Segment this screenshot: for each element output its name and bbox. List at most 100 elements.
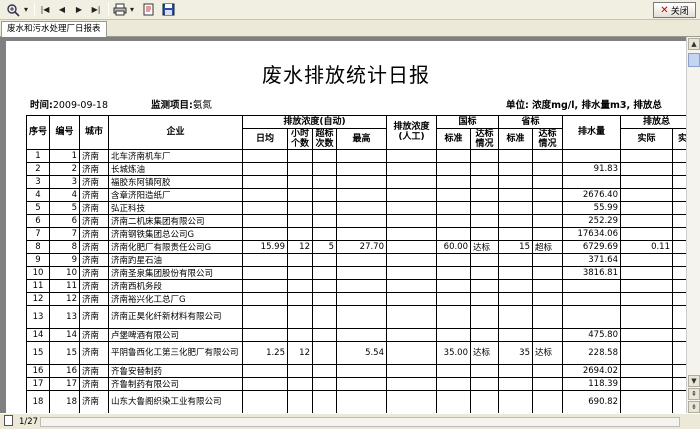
scroll-up-icon[interactable]: ▲ — [688, 38, 700, 50]
cell-code: 15 — [49, 340, 80, 365]
cell-code: 13 — [49, 304, 80, 329]
cell-nat-status — [470, 304, 499, 329]
print-dropdown-chevron-icon[interactable]: ▾ — [128, 2, 136, 17]
cell-manual — [386, 161, 437, 176]
zoom-dropdown-chevron-icon[interactable]: ▾ — [22, 2, 30, 17]
cell-nat-status — [470, 389, 499, 413]
cell-manual — [386, 239, 437, 254]
cell-prov-status — [532, 161, 563, 176]
cell-prov-std — [498, 389, 533, 413]
cell-city: 济南 — [79, 200, 109, 215]
cell-discharge: 690.82 — [562, 389, 621, 413]
cell-prov-std — [498, 213, 533, 228]
cell-prov-status — [532, 187, 563, 202]
cell-nat-std — [436, 161, 471, 176]
cell-actual — [620, 226, 673, 241]
cell-discharge: 228.58 — [562, 340, 621, 365]
cell-code: 16 — [49, 363, 80, 378]
report-title: 废水排放统计日报 — [262, 63, 430, 87]
cell-code: 14 — [49, 327, 80, 342]
cell-code: 17 — [49, 376, 80, 391]
tab-daily-report[interactable]: 废水和污水处理厂日报表 — [1, 21, 107, 37]
cell-hours — [287, 265, 313, 280]
cell-company: 平阴鲁西化工第三化肥厂有限公司 — [108, 340, 243, 365]
cell-manual — [386, 148, 437, 163]
vertical-scrollbar[interactable]: ▲ ▼ ⇞ ⇟ — [686, 37, 700, 413]
cell-prov-std — [498, 161, 533, 176]
table-row: 11 11 济南 济南西机务段 — [26, 278, 686, 293]
cell-actual — [620, 252, 673, 267]
cell-nat-status — [470, 174, 499, 189]
table-row: 10 10 济南 济南圣泉集团股份有限公司 3816.81 — [26, 265, 686, 280]
cell-over: 5 — [312, 239, 337, 254]
cell-over — [312, 187, 337, 202]
cell-city: 济南 — [79, 278, 109, 293]
cell-seq: 9 — [26, 252, 50, 267]
cell-nat-status — [470, 200, 499, 215]
cell-avg — [242, 389, 288, 413]
cell-hours: 12 — [287, 340, 313, 365]
horizontal-scrollbar[interactable] — [40, 417, 680, 427]
cell-max — [336, 226, 387, 241]
cell-code: 12 — [49, 291, 80, 306]
cell-seq: 2 — [26, 161, 50, 176]
header-total-group: 排放总 — [620, 115, 686, 129]
cell-prov-std — [498, 376, 533, 391]
cell-over — [312, 340, 337, 365]
table-row: 18 18 济南 山东大鲁阁织染工业有限公司 690.82 — [26, 389, 686, 413]
scroll-down-icon[interactable]: ▼ — [688, 375, 700, 387]
cell-prov-std — [498, 291, 533, 306]
header-prov-std: 标准 — [498, 127, 533, 150]
cell-code: 8 — [49, 239, 80, 254]
cell-manual — [386, 213, 437, 228]
cell-prov-status — [532, 389, 563, 413]
print-icon[interactable] — [112, 2, 128, 17]
cell-city: 济南 — [79, 239, 109, 254]
header-manual: 排放浓度(人工) — [386, 115, 437, 150]
close-button-label: 关闭 — [670, 6, 689, 17]
next-page-icon[interactable]: ▶ — [72, 2, 86, 17]
cell-max — [336, 327, 387, 342]
zoom-icon[interactable] — [4, 2, 22, 17]
cell-prov-std — [498, 174, 533, 189]
cell-manual — [386, 265, 437, 280]
cell-nat-std — [436, 213, 471, 228]
cell-nat-std — [436, 200, 471, 215]
header-code: 编号 — [49, 115, 80, 150]
cell-company: 福胶东阿镇阿胶 — [108, 174, 243, 189]
cell-avg — [242, 376, 288, 391]
cell-code: 7 — [49, 226, 80, 241]
header-partial: 实 — [672, 127, 686, 150]
cell-blank — [672, 148, 686, 163]
header-national-group: 国标 — [436, 115, 499, 129]
table-row: 16 16 济南 齐鲁安替制药 2694.02 — [26, 363, 686, 378]
cell-blank — [672, 265, 686, 280]
last-page-icon[interactable]: ▶| — [89, 2, 103, 17]
close-button[interactable]: ✕ 关闭 — [653, 2, 696, 18]
cell-actual — [620, 148, 673, 163]
export-icon[interactable] — [140, 2, 156, 17]
save-icon[interactable] — [160, 2, 176, 17]
toolbar: ▾ |◀ ◀ ▶ ▶| ▾ ✕ 关闭 — [0, 0, 700, 20]
cell-hours — [287, 291, 313, 306]
cell-blank — [672, 340, 686, 365]
scroll-thumb[interactable] — [688, 53, 700, 67]
tab-bar: 废水和污水处理厂日报表 — [0, 20, 700, 37]
cell-over — [312, 327, 337, 342]
cell-code: 5 — [49, 200, 80, 215]
cell-blank — [672, 291, 686, 306]
previous-page-icon[interactable]: ◀ — [55, 2, 69, 17]
first-page-icon[interactable]: |◀ — [38, 2, 52, 17]
cell-hours — [287, 148, 313, 163]
page-down-icon[interactable]: ⇟ — [688, 401, 700, 413]
cell-hours — [287, 187, 313, 202]
cell-discharge: 475.80 — [562, 327, 621, 342]
cell-prov-std — [498, 278, 533, 293]
cell-actual — [620, 265, 673, 280]
cell-company: 济南圣泉集团股份有限公司 — [108, 265, 243, 280]
cell-company: 齐鲁安替制药 — [108, 363, 243, 378]
cell-hours — [287, 389, 313, 413]
page-up-icon[interactable]: ⇞ — [688, 388, 700, 400]
cell-actual — [620, 187, 673, 202]
cell-company: 弘正科技 — [108, 200, 243, 215]
